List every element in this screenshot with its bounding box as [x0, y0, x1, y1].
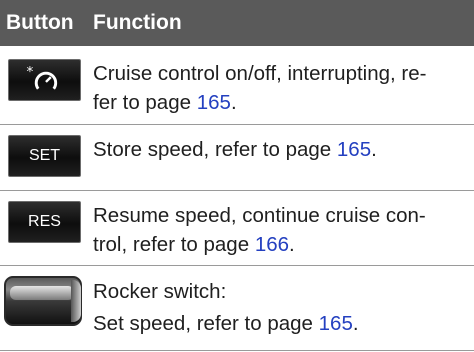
row-description: Resume speed, continue cruise con- trol,…: [93, 204, 426, 256]
res-button-icon: RES: [8, 201, 81, 243]
header-function: Function: [93, 11, 182, 34]
cruise-control-toggle-icon: *: [8, 59, 81, 101]
page-link[interactable]: 166: [255, 233, 289, 256]
page-link[interactable]: 165: [337, 138, 371, 161]
row-description: Rocker switch: Set speed, refer to page …: [93, 280, 359, 335]
page-link[interactable]: 165: [319, 312, 353, 335]
svg-text:*: *: [27, 64, 34, 80]
table-header: Button Function: [0, 0, 474, 49]
rocker-switch-icon: [4, 276, 82, 326]
row-description: Store speed, refer to page 165.: [93, 138, 377, 161]
row-description: Cruise control on/off, interrupting, re-…: [93, 62, 427, 114]
table-row: RES Resume speed, continue cruise con- t…: [0, 191, 474, 266]
button-function-table: Button Function * Cruise control on/off,…: [0, 0, 474, 351]
table-row: * Cruise control on/off, interrupting, r…: [0, 49, 474, 125]
page-link[interactable]: 165: [197, 91, 231, 114]
table-row: Rocker switch: Set speed, refer to page …: [0, 266, 474, 351]
table-row: SET Store speed, refer to page 165.: [0, 125, 474, 191]
set-button-icon: SET: [8, 135, 81, 177]
header-button: Button: [6, 11, 74, 34]
